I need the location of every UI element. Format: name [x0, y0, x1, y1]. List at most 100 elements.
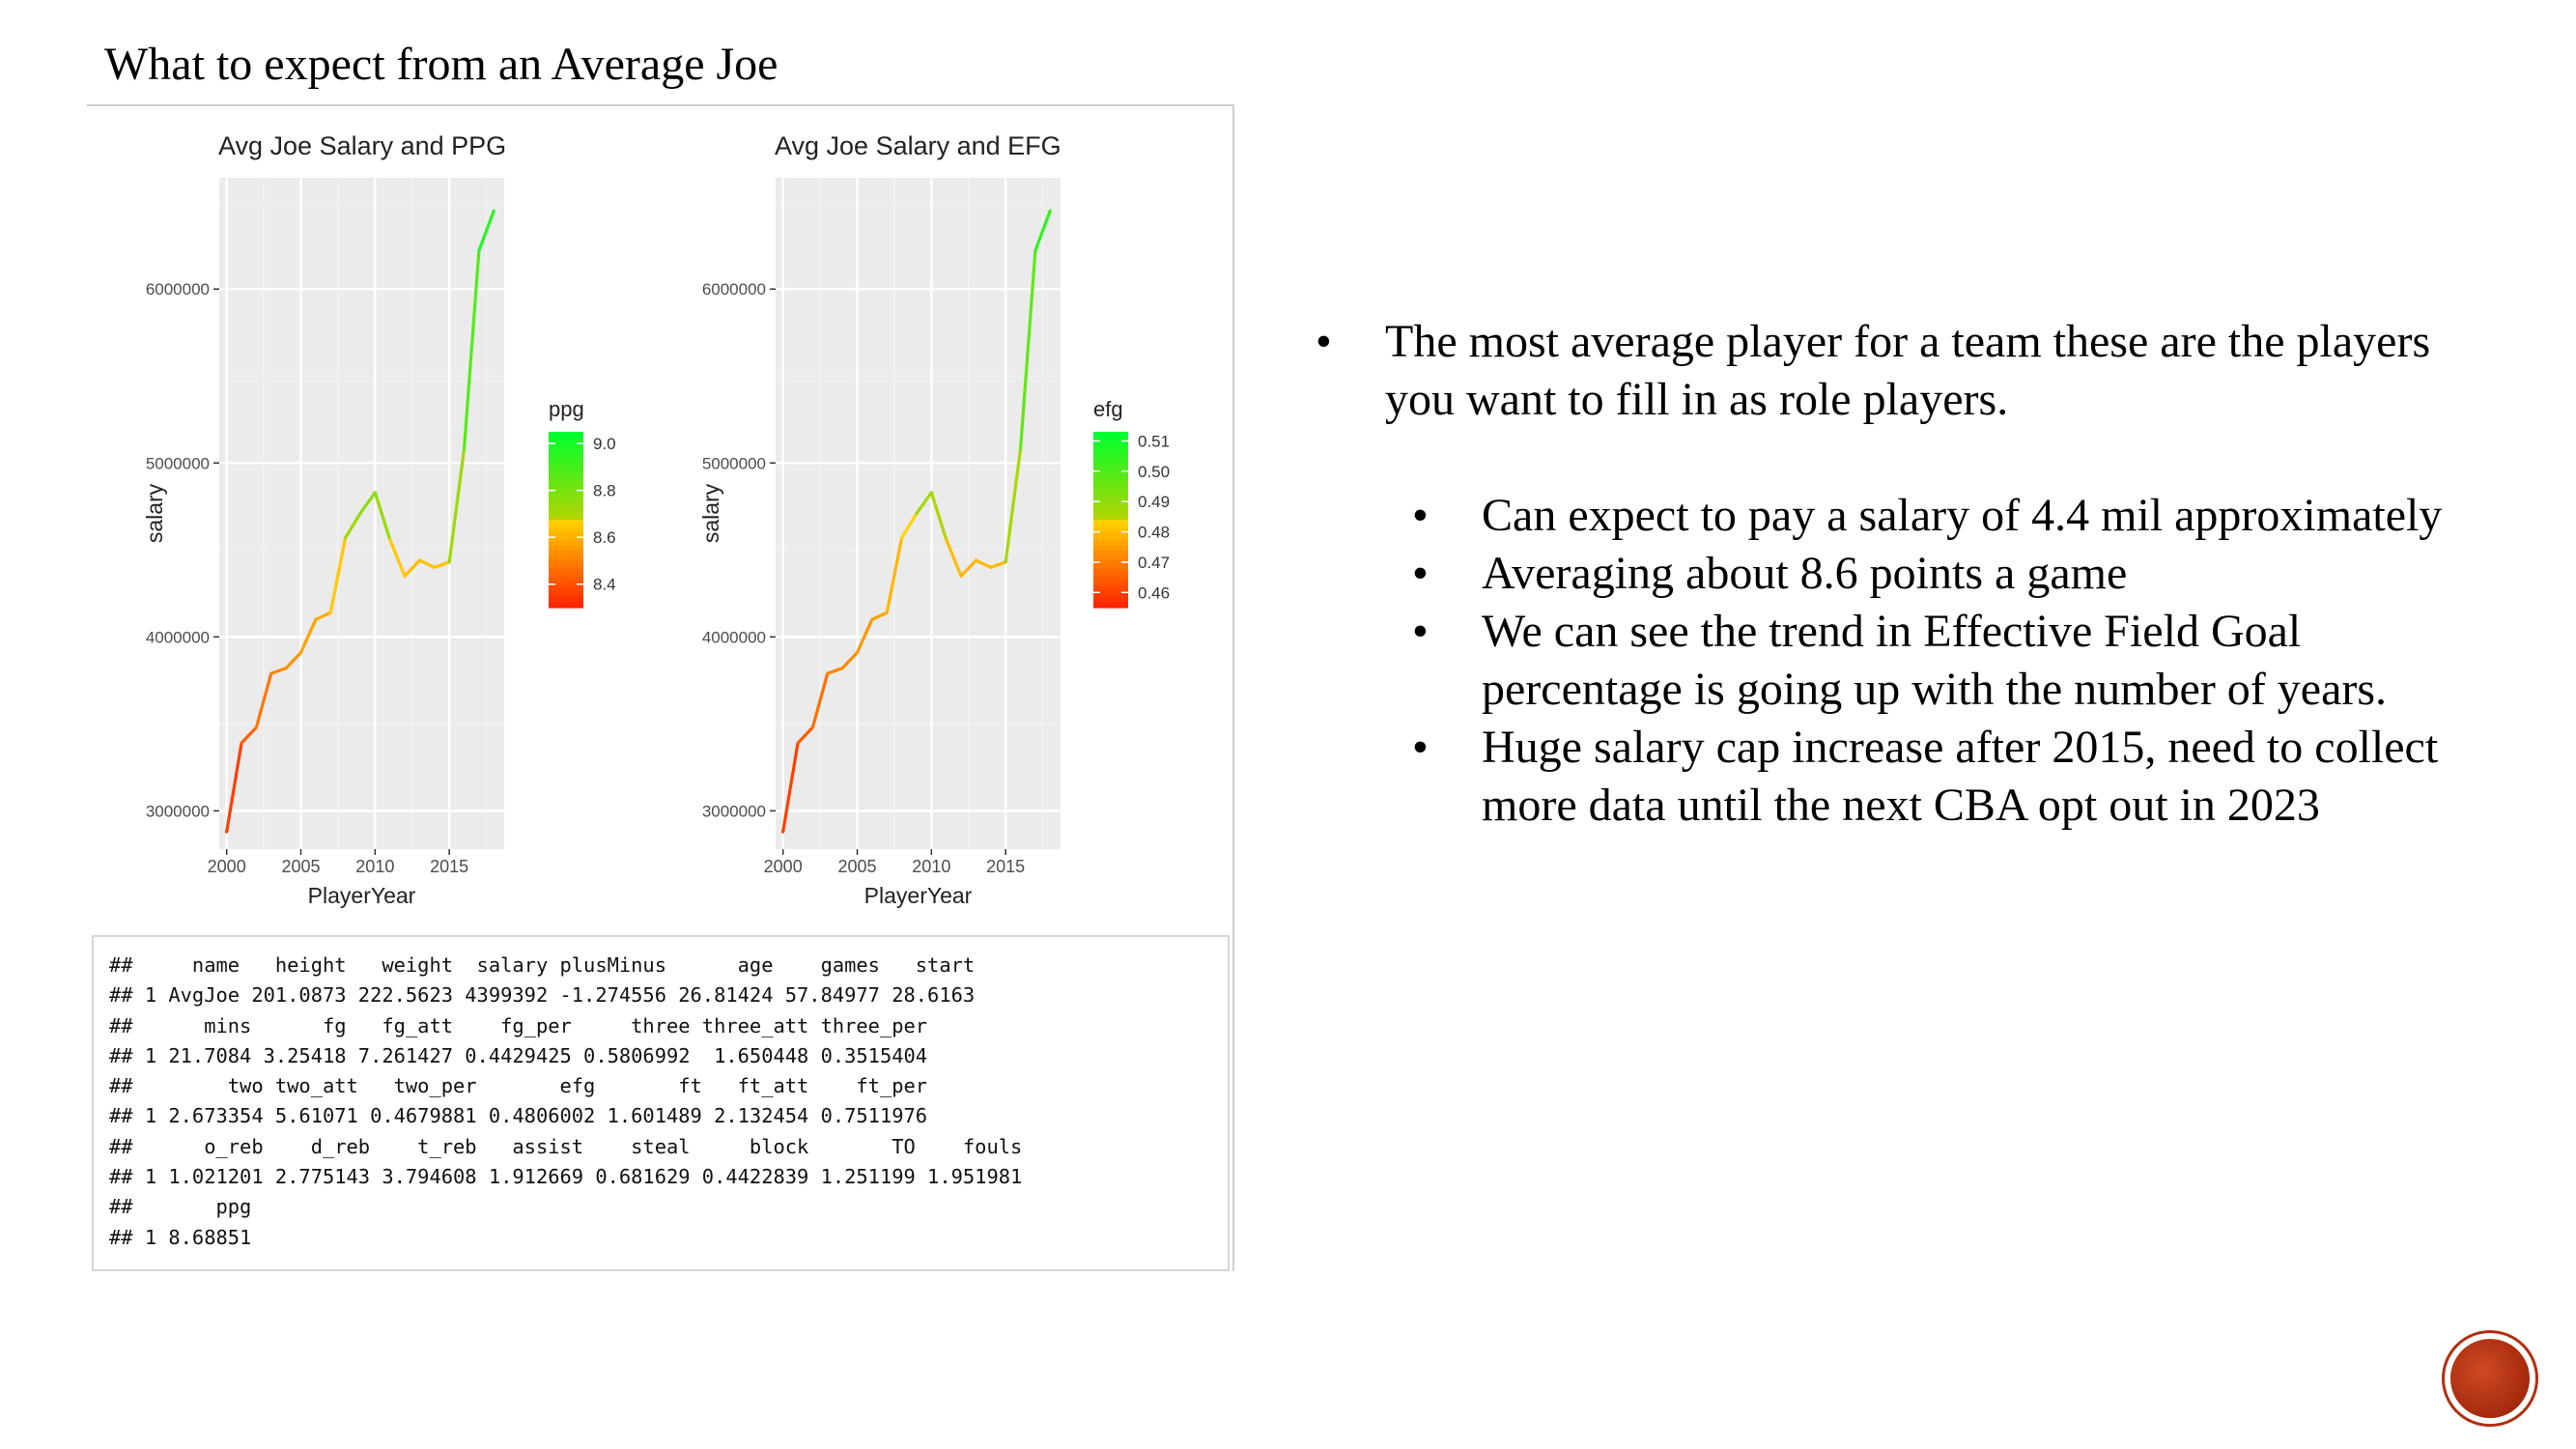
x-tick-label: 2010	[355, 857, 394, 876]
legend-colorbar-step	[1093, 484, 1128, 490]
sub-bullet: • We can see the trend in Effective Fiel…	[1412, 603, 2475, 719]
legend-colorbar-step	[549, 501, 583, 507]
legend-colorbar-step	[549, 462, 583, 468]
console-line: ## ppg	[109, 1195, 252, 1219]
console-line: ## o_reb d_reb t_reb assist steal block …	[109, 1134, 1023, 1158]
x-tick-label: 2000	[208, 857, 246, 876]
chart-title: Avg Joe Salary and EFG	[775, 131, 1062, 160]
legend-tick-label: 0.49	[1138, 493, 1170, 511]
legend-colorbar-step	[549, 475, 583, 481]
legend-title: ppg	[549, 397, 584, 421]
legend-colorbar-step	[549, 449, 583, 455]
y-tick-label: 3000000	[146, 802, 210, 820]
legend-tick-label: 8.4	[593, 576, 616, 594]
sub-bullet: • Huge salary cap increase after 2015, n…	[1412, 719, 2475, 835]
legend-colorbar-step	[1093, 462, 1128, 468]
legend-colorbar-step	[549, 524, 583, 529]
logo-badge	[2442, 1330, 2538, 1427]
legend-colorbar-step	[549, 506, 583, 512]
legend-colorbar-step	[1093, 554, 1128, 560]
legend-tick-label: 8.6	[593, 528, 616, 547]
legend-colorbar-step	[1093, 585, 1128, 591]
x-tick-label: 2005	[281, 857, 320, 876]
r-console-output: ## name height weight salary plusMinus a…	[92, 935, 1230, 1271]
bullet-marker: •	[1412, 722, 1429, 773]
x-tick-label: 2005	[837, 857, 876, 876]
y-tick-label: 4000000	[702, 628, 766, 646]
ggplot-charts: 2000 2005 2010 2015 3000000 4000000 5000000 600…	[142, 131, 1170, 908]
logo-inner	[2450, 1339, 2530, 1418]
legend-colorbar-step	[549, 510, 583, 517]
legend-colorbar-step	[1093, 515, 1128, 521]
legend-colorbar-step	[549, 453, 583, 459]
y-tick-label: 6000000	[146, 280, 210, 298]
legend-colorbar-step	[549, 563, 583, 569]
x-tick-label: 2015	[986, 857, 1025, 876]
console-line: ## 1 1.021201 2.775143 3.794608 1.912669…	[109, 1165, 1023, 1189]
legend-colorbar-step	[1093, 546, 1128, 552]
legend-colorbar-step	[1093, 572, 1128, 578]
legend-colorbar-step	[1093, 598, 1128, 605]
console-line: ## 1 8.68851	[109, 1225, 252, 1249]
legend-colorbar-step	[549, 497, 583, 503]
chart-title: Avg Joe Salary and PPG	[218, 131, 506, 160]
bullet-text: Can expect to pay a salary of 4.4 mil ap…	[1482, 490, 2443, 541]
legend-tick-label: 0.47	[1138, 554, 1170, 572]
console-line: ## name height weight salary plusMinus a…	[109, 953, 976, 977]
legend-colorbar-step	[1093, 510, 1128, 517]
y-tick-label: 5000000	[146, 454, 210, 472]
y-tick-label: 3000000	[702, 802, 766, 820]
legend-colorbar-step	[549, 541, 583, 547]
legend-tick-label: 0.48	[1138, 524, 1170, 542]
legend-colorbar-step	[549, 480, 583, 486]
legend-colorbar-step	[1093, 550, 1128, 555]
legend-colorbar-step	[549, 444, 583, 450]
legend-colorbar-step	[1093, 581, 1128, 586]
bullet-text: We can see the trend in Effective Field …	[1482, 606, 2388, 715]
y-tick-label: 4000000	[146, 628, 210, 646]
legend-colorbar-step	[549, 558, 583, 565]
legend-colorbar-step	[549, 585, 583, 591]
legend-tick-label: 9.0	[593, 435, 616, 453]
legend-colorbar-step	[1093, 568, 1128, 574]
legend-colorbar-step	[1093, 453, 1128, 459]
legend-colorbar-step	[1093, 537, 1128, 543]
console-line: ## 1 2.673354 5.61071 0.4679881 0.480600…	[109, 1104, 928, 1128]
legend-colorbar-step	[1093, 458, 1128, 464]
legend-tick-label: 0.50	[1138, 463, 1170, 481]
legend-colorbar-step	[1093, 532, 1128, 538]
y-axis-label: salary	[698, 483, 723, 543]
console-line: ## mins fg fg_att fg_per three three_att…	[109, 1013, 928, 1037]
x-tick-label: 2010	[912, 857, 950, 876]
legend-colorbar-step	[1093, 493, 1128, 498]
legend-colorbar-step	[549, 572, 583, 578]
x-tick-label: 2000	[764, 857, 803, 876]
legend-colorbar-step	[549, 458, 583, 464]
legend-colorbar-step	[549, 554, 583, 560]
legend-colorbar-step	[1093, 475, 1128, 481]
bullet-marker: •	[1412, 606, 1429, 657]
bullet-marker: •	[1412, 548, 1429, 599]
legend-colorbar-step	[549, 528, 583, 534]
bullet-text: Averaging about 8.6 points a game	[1482, 548, 2128, 599]
legend-tick-label: 0.51	[1138, 432, 1170, 450]
bullet-text: Huge salary cap increase after 2015, nee…	[1482, 722, 2439, 831]
legend-colorbar-step	[1093, 506, 1128, 512]
x-axis-label: PlayerYear	[864, 883, 973, 908]
legend-colorbar-step	[549, 603, 583, 609]
legend-colorbar-step	[1093, 541, 1128, 547]
legend-colorbar-step	[1093, 603, 1128, 609]
console-line: ## two two_att two_per efg ft ft_att ft_…	[109, 1074, 928, 1098]
legend-colorbar-step	[549, 515, 583, 521]
sub-bullet: • Averaging about 8.6 points a game	[1412, 545, 2475, 603]
legend-colorbar-step	[1093, 432, 1128, 438]
legend-colorbar-step	[1093, 520, 1128, 526]
legend-colorbar-step	[1093, 470, 1128, 477]
x-axis-label: PlayerYear	[308, 883, 416, 908]
legend-colorbar-step	[549, 484, 583, 490]
bullet-text: The most average player for a team these…	[1385, 316, 2431, 425]
legend-colorbar-step	[1093, 449, 1128, 455]
legend-colorbar-step	[1093, 489, 1128, 495]
legend-tick-label: 0.46	[1138, 583, 1170, 602]
y-tick-label: 6000000	[702, 280, 766, 298]
